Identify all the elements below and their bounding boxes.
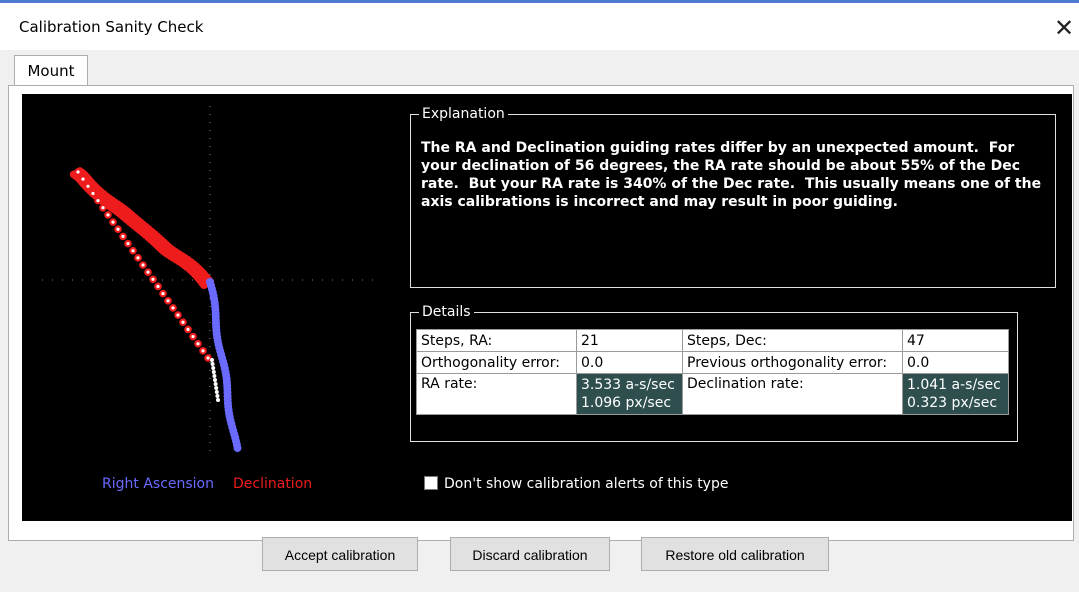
ra-return-point [212,374,217,378]
dec-return-point-center [151,277,155,281]
title-bar: Calibration Sanity Check ✕ [0,0,1079,50]
dec-return-point-center [101,206,105,210]
dec-return-point-center [201,349,205,353]
steps-ra-label: Steps, RA: [416,329,577,352]
details-group: Details Steps, RA: 21 Steps, Dec: 47 Ort… [410,303,1018,442]
dec-return-point-center [181,320,185,324]
dec-return-point-center [156,284,160,289]
dec-return-point-center [91,191,95,196]
dont-show-alerts-row[interactable]: Don't show calibration alerts of this ty… [424,476,728,492]
dec-return-point-center [96,199,100,203]
ra-return-point [210,358,214,362]
calibration-plot [42,106,382,456]
dec-return-point-center [106,213,110,217]
ra-return-point [210,362,215,366]
orthogonality-error-label: Orthogonality error: [416,351,577,374]
dec-calibration-points [69,167,215,362]
explanation-group: Explanation The RA and Declination guidi… [410,105,1056,288]
dec-return-point-center [131,249,135,253]
declination-rate-value: 1.041 a-s/sec 0.323 px/sec [902,373,1009,415]
ra-return-point [213,382,218,386]
dec-return-point-center [141,263,145,267]
dont-show-alerts-checkbox[interactable] [424,476,438,490]
ra-return-point [214,386,219,390]
previous-orthogonality-error-value: 0.0 [902,351,1009,374]
ra-return-point [214,390,219,394]
table-row: Orthogonality error: 0.0 Previous orthog… [416,351,1009,374]
explanation-heading: Explanation [419,105,508,123]
dec-return-point-center [176,313,180,317]
table-row: RA rate: 3.533 a-s/sec 1.096 px/sec Decl… [416,373,1009,415]
tab-mount[interactable]: Mount [14,55,88,86]
restore-old-calibration-button[interactable]: Restore old calibration [641,537,829,571]
steps-dec-value: 47 [902,329,1009,352]
dec-return-point-center [171,306,175,310]
dec-return-point-center [76,170,80,174]
details-heading: Details [419,303,474,321]
steps-ra-value: 21 [576,329,683,352]
explanation-text: The RA and Declination guiding rates dif… [421,140,1046,210]
ra-return-point [211,370,216,374]
dec-return-point-center [166,299,170,303]
steps-dec-label: Steps, Dec: [682,329,903,352]
calibration-dialog: Calibration Sanity Check ✕ Mount Accept … [0,0,1079,592]
dec-return-point-center [81,177,85,181]
dec-return-point-center [161,292,165,296]
calibration-panel: Right Ascension Declination Explanation … [22,94,1072,521]
dec-return-point-center [196,342,200,346]
dec-return-point-center [191,334,195,339]
close-icon[interactable]: ✕ [1050,11,1078,45]
details-table: Steps, RA: 21 Steps, Dec: 47 Orthogonali… [416,329,1009,415]
declination-rate-label: Declination rate: [682,373,903,415]
dec-return-point-center [121,234,125,238]
legend-declination: Declination [233,476,313,492]
accept-calibration-button[interactable]: Accept calibration [262,537,418,571]
dec-return-point-center [86,184,90,188]
ra-point [233,444,242,452]
ra-return-point [213,378,217,382]
ra-calibration-points [206,278,242,452]
ra-return-point [216,398,220,402]
dec-return-point-center [116,227,120,231]
ra-rate-value: 3.533 a-s/sec 1.096 px/sec [576,373,683,415]
dec-return-point-center [186,327,190,331]
previous-orthogonality-error-label: Previous orthogonality error: [682,351,903,374]
dec-return-point-center [126,241,130,246]
dec-return-point-center [136,256,140,260]
orthogonality-error-value: 0.0 [576,351,683,374]
dec-return-point-center [206,356,210,360]
window-title: Calibration Sanity Check [19,18,204,36]
dec-return-point-center [111,220,115,224]
ra-return-point [211,366,216,370]
ra-return-point [215,394,220,398]
legend-right-ascension: Right Ascension [102,476,214,492]
table-row: Steps, RA: 21 Steps, Dec: 47 [416,329,1009,352]
ra-rate-label: RA rate: [416,373,577,415]
dont-show-alerts-label: Don't show calibration alerts of this ty… [444,476,729,492]
dec-return-point-center [146,270,150,274]
discard-calibration-button[interactable]: Discard calibration [450,537,610,571]
